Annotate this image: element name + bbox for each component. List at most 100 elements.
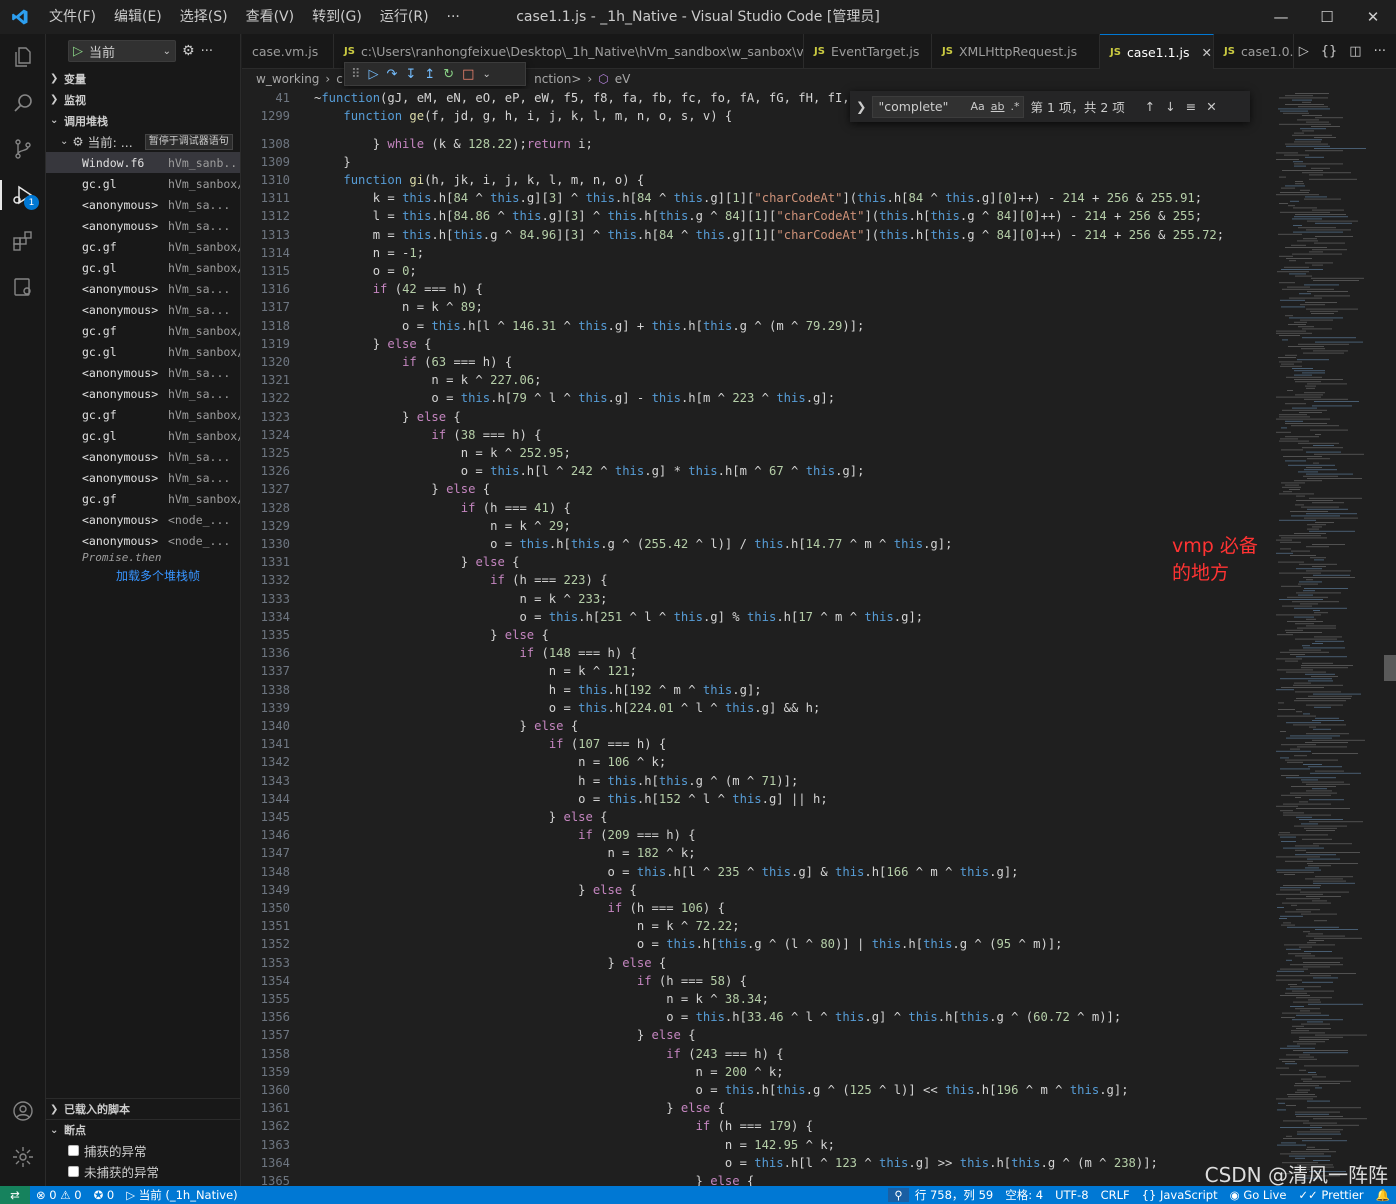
tab-case1-1[interactable]: JS case1.1.js ✕ xyxy=(1100,34,1214,69)
menu-file[interactable]: 文件(F) xyxy=(40,0,105,34)
more-actions-icon[interactable]: ··· xyxy=(201,44,213,59)
breadcrumb-function[interactable]: nction> xyxy=(534,72,581,86)
minimap-line xyxy=(1302,838,1332,840)
problems-indicator[interactable]: ⊗ 0 ⚠ 0 xyxy=(30,1188,88,1202)
callstack-frame[interactable]: Window.f6 hVm_sanb... xyxy=(46,152,240,173)
drag-handle-icon[interactable]: ⠿ xyxy=(351,67,361,82)
split-editor-icon[interactable]: ◫ xyxy=(1349,44,1361,59)
explorer-icon[interactable] xyxy=(0,34,46,80)
minimize-icon[interactable]: — xyxy=(1258,0,1304,34)
breadcrumb-symbol[interactable]: eV xyxy=(615,72,631,86)
callstack-frame[interactable]: gc.gf hVm_sanbox/w... xyxy=(46,320,240,341)
source-control-icon[interactable] xyxy=(0,126,46,172)
run-file-icon[interactable]: ▷ xyxy=(1299,44,1309,59)
start-debug-icon[interactable]: ▷ xyxy=(73,44,83,59)
tab-eventtarget[interactable]: JS EventTarget.js xyxy=(804,34,932,69)
section-loaded-scripts[interactable]: ❯ 已载入的脚本 xyxy=(46,1098,240,1119)
breakpoint-caught-exceptions[interactable]: 捕获的异常 xyxy=(46,1140,240,1161)
callstack-frame[interactable]: gc.gf hVm_sanbox/w... xyxy=(46,488,240,509)
restart-icon[interactable]: ↻ xyxy=(443,67,454,82)
callstack-frame[interactable]: <anonymous> hVm_sa... xyxy=(46,467,240,488)
notifications-bell-icon[interactable]: 🔔 xyxy=(1370,1188,1396,1202)
zoom-icon[interactable]: ⚲ xyxy=(888,1188,909,1202)
debug-session-indicator[interactable]: ▷ 当前 (_1h_Native) xyxy=(120,1187,243,1203)
match-case-icon[interactable]: Aa xyxy=(970,100,984,113)
remote-indicator-icon[interactable]: ⇄ xyxy=(0,1186,30,1204)
callstack-frame[interactable]: <anonymous> <node_... xyxy=(46,530,240,551)
callstack-frame[interactable]: <anonymous> hVm_sa... xyxy=(46,215,240,236)
search-icon[interactable] xyxy=(0,80,46,126)
step-over-icon[interactable]: ↷ xyxy=(387,67,398,82)
callstack-frame[interactable]: <anonymous> hVm_sa... xyxy=(46,446,240,467)
section-callstack[interactable]: ⌄ 调用堆栈 xyxy=(46,110,240,131)
settings-gear-icon[interactable] xyxy=(0,1134,46,1180)
debug-settings-gear-icon[interactable]: ⚙ xyxy=(182,43,195,59)
callstack-frame[interactable]: gc.gl hVm_sanbox/w... xyxy=(46,257,240,278)
code-editor[interactable]: 41 ~function(gJ, eM, eN, eO, eP, eW, f5, … xyxy=(242,89,1272,1186)
callstack-frame[interactable]: gc.gf hVm_sanbox/w... xyxy=(46,236,240,257)
callstack-frame[interactable]: gc.gl hVm_sanbox/w... xyxy=(46,425,240,446)
menu-view[interactable]: 查看(V) xyxy=(237,0,304,34)
callstack-frame[interactable]: <anonymous> hVm_sa... xyxy=(46,362,240,383)
line-ending[interactable]: CRLF xyxy=(1095,1188,1136,1202)
find-in-selection-icon[interactable]: ≡ xyxy=(1186,99,1196,114)
prettier-button[interactable]: ✓✓ Prettier xyxy=(1292,1188,1369,1202)
callstack-frame[interactable]: gc.gf hVm_sanbox/w... xyxy=(46,404,240,425)
section-watch[interactable]: ❯ 监视 xyxy=(46,89,240,110)
run-debug-icon[interactable]: 1 xyxy=(0,172,46,218)
section-variables[interactable]: ❯ 变量 xyxy=(46,68,240,89)
remote-explorer-icon[interactable] xyxy=(0,264,46,310)
find-input[interactable]: "complete" Aa ab .* xyxy=(872,95,1025,118)
whole-word-icon[interactable]: ab xyxy=(991,100,1005,113)
load-more-frames-link[interactable]: 加载多个堆栈帧 xyxy=(46,567,240,585)
stop-icon[interactable]: □ xyxy=(462,67,474,82)
close-find-icon[interactable]: ✕ xyxy=(1206,99,1216,114)
breakpoint-uncaught-exceptions[interactable]: 未捕获的异常 xyxy=(46,1161,240,1182)
encoding[interactable]: UTF-8 xyxy=(1049,1188,1095,1202)
indentation[interactable]: 空格: 4 xyxy=(999,1187,1049,1203)
menu-selection[interactable]: 选择(S) xyxy=(171,0,237,34)
cursor-position[interactable]: 行 758，列 59 xyxy=(909,1187,999,1203)
ports-indicator[interactable]: ✪ 0 xyxy=(88,1188,121,1202)
callstack-frame[interactable]: <anonymous> hVm_sa... xyxy=(46,383,240,404)
regex-icon[interactable]: .* xyxy=(1010,100,1019,113)
continue-icon[interactable]: ▷ xyxy=(369,67,379,82)
callstack-frame[interactable]: gc.gl hVm_sanbox/w... xyxy=(46,173,240,194)
braces-icon[interactable]: {} xyxy=(1321,44,1338,59)
chevron-down-icon[interactable]: ⌄ xyxy=(482,69,490,80)
minimap-line xyxy=(1304,517,1358,519)
next-match-icon[interactable]: ↓ xyxy=(1165,99,1175,114)
callstack-frame[interactable]: <anonymous> hVm_sa... xyxy=(46,299,240,320)
breadcrumb-folder[interactable]: w_working xyxy=(256,72,319,86)
extensions-icon[interactable] xyxy=(0,218,46,264)
maximize-icon[interactable]: ☐ xyxy=(1304,0,1350,34)
account-icon[interactable] xyxy=(0,1088,46,1134)
checkbox[interactable] xyxy=(68,1145,79,1156)
section-breakpoints[interactable]: ⌄ 断点 xyxy=(46,1119,240,1140)
tab-case1-0[interactable]: JS case1.0... xyxy=(1214,34,1294,69)
step-into-icon[interactable]: ↧ xyxy=(405,67,416,82)
tab-xmlhttprequest[interactable]: JS XMLHttpRequest.js xyxy=(932,34,1100,69)
close-icon[interactable]: ✕ xyxy=(1350,0,1396,34)
more-actions-icon[interactable]: ··· xyxy=(1374,44,1386,59)
menu-edit[interactable]: 编辑(E) xyxy=(105,0,171,34)
menu-more[interactable]: ··· xyxy=(438,0,469,34)
scrollbar-thumb[interactable] xyxy=(1384,655,1396,681)
debug-config-select[interactable]: ▷ 当前 ⌄ xyxy=(68,40,176,62)
callstack-frame[interactable]: <anonymous> <node_... xyxy=(46,509,240,530)
callstack-thread[interactable]: ⌄ ⚙ 当前: ... 暂停于调试器语句 xyxy=(46,131,240,152)
toggle-replace-icon[interactable]: ❯ xyxy=(856,99,866,114)
language-mode[interactable]: {} JavaScript xyxy=(1136,1188,1224,1202)
checkbox[interactable] xyxy=(68,1166,79,1177)
menu-run[interactable]: 运行(R) xyxy=(371,0,438,34)
tab-case-vm[interactable]: case.vm.js xyxy=(242,34,334,69)
previous-match-icon[interactable]: ↑ xyxy=(1145,99,1155,114)
close-tab-icon[interactable]: ✕ xyxy=(1202,45,1212,60)
minimap[interactable] xyxy=(1272,89,1396,1186)
callstack-frame[interactable]: <anonymous> hVm_sa... xyxy=(46,194,240,215)
go-live-button[interactable]: ◉ Go Live xyxy=(1224,1188,1293,1202)
callstack-frame[interactable]: <anonymous> hVm_sa... xyxy=(46,278,240,299)
callstack-frame[interactable]: gc.gl hVm_sanbox/w... xyxy=(46,341,240,362)
step-out-icon[interactable]: ↥ xyxy=(424,67,435,82)
menu-go[interactable]: 转到(G) xyxy=(303,0,371,34)
